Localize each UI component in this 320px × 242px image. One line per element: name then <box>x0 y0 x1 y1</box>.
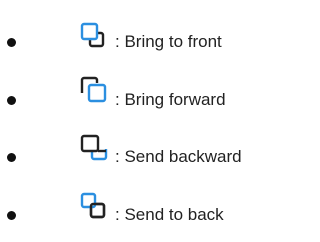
item-label: : Bring forward <box>115 90 226 109</box>
list-item-bring-forward: : Bring forward <box>0 76 289 119</box>
list-item-send-to-back: : Send to back <box>0 192 289 235</box>
send-to-back-icon <box>80 192 106 219</box>
item-label: : Bring to front <box>115 32 222 51</box>
bring-to-front-icon <box>80 22 105 48</box>
item-label: : Send to back <box>115 205 224 224</box>
arrange-options-list: : Bring to front : Bring forward : Send … <box>0 0 289 242</box>
list-item-bring-to-front: : Bring to front <box>0 22 289 62</box>
bring-forward-icon <box>80 76 107 103</box>
bullet <box>7 211 16 220</box>
bullet <box>7 38 16 47</box>
item-label: : Send backward <box>115 147 242 166</box>
list-item-send-backward: : Send backward <box>0 134 289 177</box>
bullet <box>7 96 16 105</box>
bullet <box>7 153 16 162</box>
send-backward-icon <box>80 134 108 161</box>
